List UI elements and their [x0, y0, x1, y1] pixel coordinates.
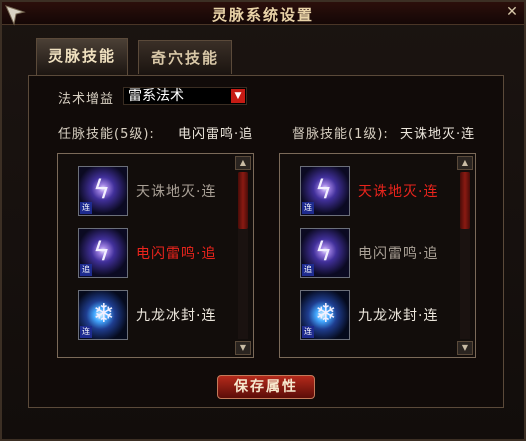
scroll-thumb[interactable]: [238, 172, 248, 229]
tab-lingmai-skills[interactable]: 灵脉技能: [36, 38, 128, 76]
lightning-skill-icon: ϟ追: [78, 228, 128, 278]
close-icon[interactable]: ✕: [504, 4, 520, 20]
list-item[interactable]: ❄ 连 九龙冰封·连: [300, 290, 470, 342]
du-skill-list[interactable]: ϟ连 天诛地灭·连 ϟ追 电闪雷鸣·追 ❄ 连 九龙冰封·连 ▲ ▼: [279, 153, 476, 358]
scroll-down-icon[interactable]: ▼: [235, 341, 251, 355]
scroll-up-icon[interactable]: ▲: [235, 156, 251, 170]
scroll-down-icon[interactable]: ▼: [457, 341, 473, 355]
window-title: 灵脉系统设置: [211, 6, 314, 24]
ren-meridian-current: 电闪雷鸣·追: [178, 127, 254, 142]
skill-name: 电闪雷鸣·追: [136, 246, 217, 262]
skill-name: 天诛地灭·连: [136, 184, 217, 200]
scroll-thumb[interactable]: [460, 172, 470, 229]
skill-name: 天诛地灭·连: [358, 184, 439, 200]
scroll-track[interactable]: [238, 172, 248, 339]
ren-skill-list[interactable]: ϟ连 天诛地灭·连 ϟ追 电闪雷鸣·追 ❄ 连 九龙冰封·连 ▲ ▼: [57, 153, 254, 358]
scroll-track[interactable]: [460, 172, 470, 339]
spell-boost-value: 雷系法术: [128, 88, 184, 104]
scrollbar[interactable]: ▲ ▼: [457, 156, 473, 355]
ice-dragon-skill-icon: ❄ 连: [300, 290, 350, 340]
lingmai-settings-window: 灵脉系统设置 ✕ 灵脉技能 奇穴技能 法术增益 雷系法术 ▼ 任脉技能(5级):…: [0, 0, 526, 441]
skill-name: 九龙冰封·连: [358, 308, 439, 324]
du-meridian-current: 天诛地灭·连: [400, 127, 476, 142]
skill-name: 九龙冰封·连: [136, 308, 217, 324]
ice-dragon-skill-icon: ❄ 连: [78, 290, 128, 340]
scroll-up-icon[interactable]: ▲: [457, 156, 473, 170]
ren-meridian-label: 任脉技能(5级):: [58, 127, 155, 142]
chevron-down-icon[interactable]: ▼: [231, 89, 245, 103]
title-bar[interactable]: 灵脉系统设置 ✕: [2, 2, 524, 26]
list-item[interactable]: ϟ连 天诛地灭·连: [78, 166, 248, 218]
lightning-skill-icon: ϟ连: [78, 166, 128, 216]
tab-qixue-skills[interactable]: 奇穴技能: [138, 40, 232, 74]
scrollbar[interactable]: ▲ ▼: [235, 156, 251, 355]
save-attributes-button[interactable]: 保存属性: [217, 375, 315, 399]
list-item[interactable]: ❄ 连 九龙冰封·连: [78, 290, 248, 342]
list-item[interactable]: ϟ追 电闪雷鸣·追: [78, 228, 248, 280]
list-item[interactable]: ϟ连 天诛地灭·连: [300, 166, 470, 218]
spell-boost-label: 法术增益: [58, 92, 115, 107]
lightning-skill-icon: ϟ追: [300, 228, 350, 278]
spell-boost-select[interactable]: 雷系法术 ▼: [123, 87, 247, 105]
du-meridian-label: 督脉技能(1级):: [292, 127, 389, 142]
lightning-skill-icon: ϟ连: [300, 166, 350, 216]
skill-name: 电闪雷鸣·追: [358, 246, 439, 262]
list-item[interactable]: ϟ追 电闪雷鸣·追: [300, 228, 470, 280]
